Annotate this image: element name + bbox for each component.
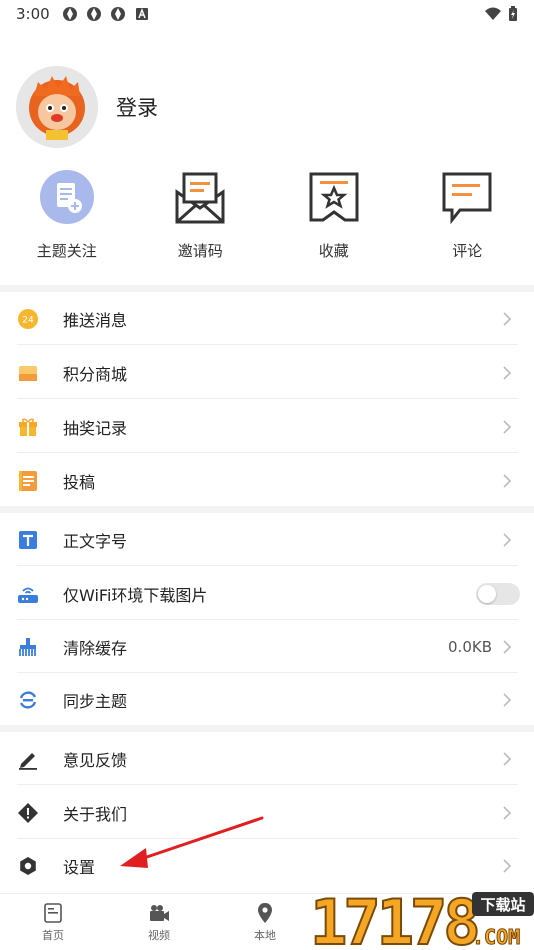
invite-envelope-icon — [171, 168, 229, 226]
menu-item-label: 抽奖记录 — [63, 418, 128, 438]
section-separator — [0, 506, 534, 513]
info-diamond-icon — [17, 802, 39, 824]
quick-item-label: 邀请码 — [177, 242, 223, 260]
gear-icon — [17, 855, 39, 877]
quick-item-favorites[interactable]: 收藏 — [267, 168, 401, 268]
topic-follow-icon — [38, 168, 96, 226]
chevron-right-icon — [503, 365, 512, 380]
tab-video[interactable]: 视频 — [106, 894, 212, 950]
menu-item-contribute[interactable]: 投稿 — [0, 454, 534, 507]
menu-item-lottery[interactable]: 抽奖记录 — [0, 400, 534, 453]
watermark-tag: 下载站 — [480, 896, 525, 914]
row-divider — [17, 565, 518, 566]
tab-local[interactable]: 本地 — [212, 894, 318, 950]
quick-item-comments[interactable]: 评论 — [401, 168, 534, 268]
chevron-right-icon — [503, 473, 512, 488]
menu-item-label: 仅WiFi环境下载图片 — [63, 585, 208, 605]
battery-icon — [509, 6, 517, 21]
site-watermark: 17178 下载站 .COM — [309, 885, 534, 950]
menu-item-label: 设置 — [63, 857, 96, 877]
profile-header[interactable]: 登录 — [16, 66, 158, 148]
annotation-arrow-icon — [120, 816, 264, 868]
menu-item-label: 积分商城 — [63, 364, 128, 384]
sync-icon — [17, 689, 39, 711]
push-badge-icon: 24 — [17, 308, 39, 330]
status-bar: 3:00 — [0, 0, 534, 28]
quick-item-invite[interactable]: 邀请码 — [134, 168, 268, 268]
menu-item-wifi-only[interactable]: 仅WiFi环境下载图片 — [0, 567, 534, 620]
notification-icon — [62, 7, 77, 21]
chevron-right-icon — [503, 311, 512, 326]
quick-item-topic[interactable]: 主题关注 — [0, 168, 134, 268]
menu-item-label: 同步主题 — [63, 691, 128, 711]
chevron-right-icon — [503, 419, 512, 434]
a-badge-icon — [135, 8, 148, 20]
row-divider — [17, 398, 518, 399]
chevron-right-icon — [503, 805, 512, 820]
chevron-right-icon — [503, 639, 512, 654]
menu-item-label: 投稿 — [63, 472, 96, 492]
svg-text:24: 24 — [22, 315, 34, 325]
font-size-icon — [17, 529, 39, 551]
notification-icon — [86, 7, 101, 21]
menu-item-sync-theme[interactable]: 同步主题 — [0, 673, 534, 726]
pencil-icon — [17, 748, 39, 770]
row-divider — [17, 344, 518, 345]
status-time: 3:00 — [16, 5, 50, 23]
menu-item-points-mall[interactable]: 积分商城 — [0, 346, 534, 399]
broom-icon — [17, 636, 39, 658]
points-mall-icon — [17, 362, 39, 384]
menu-item-label: 正文字号 — [63, 531, 128, 551]
avatar[interactable] — [16, 66, 98, 148]
lion-mascot-icon — [16, 66, 98, 148]
home-news-icon — [44, 902, 62, 923]
watermark-digits: 17178 — [310, 886, 477, 950]
chevron-right-icon — [503, 858, 512, 873]
contribute-note-icon — [17, 470, 39, 492]
quick-item-label: 评论 — [452, 242, 483, 260]
quick-actions: 主题关注 邀请码 收藏 评论 — [0, 168, 534, 268]
menu-item-clear-cache[interactable]: 清除缓存 0.0KB — [0, 620, 534, 673]
quick-item-label: 收藏 — [318, 242, 349, 260]
section-separator — [0, 285, 534, 292]
chevron-right-icon — [503, 532, 512, 547]
menu-item-label: 清除缓存 — [63, 638, 128, 658]
menu-item-push[interactable]: 24 推送消息 — [0, 292, 534, 345]
video-camera-icon — [150, 904, 169, 921]
watermark-suffix: .COM — [472, 925, 520, 949]
quick-item-label: 主题关注 — [36, 242, 97, 260]
notification-icon — [110, 7, 125, 21]
section-separator — [0, 725, 534, 732]
menu-item-label: 推送消息 — [63, 310, 128, 330]
tab-home[interactable]: 首页 — [0, 894, 106, 950]
chevron-right-icon — [503, 692, 512, 707]
wifi-signal-icon — [485, 7, 501, 20]
menu-item-font-size[interactable]: 正文字号 — [0, 513, 534, 566]
row-divider — [17, 784, 518, 785]
wifi-router-icon — [17, 583, 39, 605]
tab-label: 本地 — [254, 928, 276, 942]
wifi-only-toggle[interactable] — [476, 582, 520, 605]
cache-size-value: 0.0KB — [448, 637, 492, 656]
login-label[interactable]: 登录 — [116, 92, 158, 122]
tab-label: 首页 — [42, 928, 64, 942]
menu-item-label: 意见反馈 — [63, 750, 128, 770]
gift-icon — [17, 416, 39, 438]
toggle-knob — [478, 584, 496, 603]
row-divider — [17, 452, 518, 453]
bookmark-star-icon — [305, 168, 363, 226]
comment-bubble-icon — [438, 168, 496, 226]
tab-label: 视频 — [148, 928, 170, 942]
menu-item-feedback[interactable]: 意见反馈 — [0, 732, 534, 785]
status-right — [484, 6, 518, 22]
location-pin-icon — [258, 902, 272, 923]
chevron-right-icon — [503, 751, 512, 766]
